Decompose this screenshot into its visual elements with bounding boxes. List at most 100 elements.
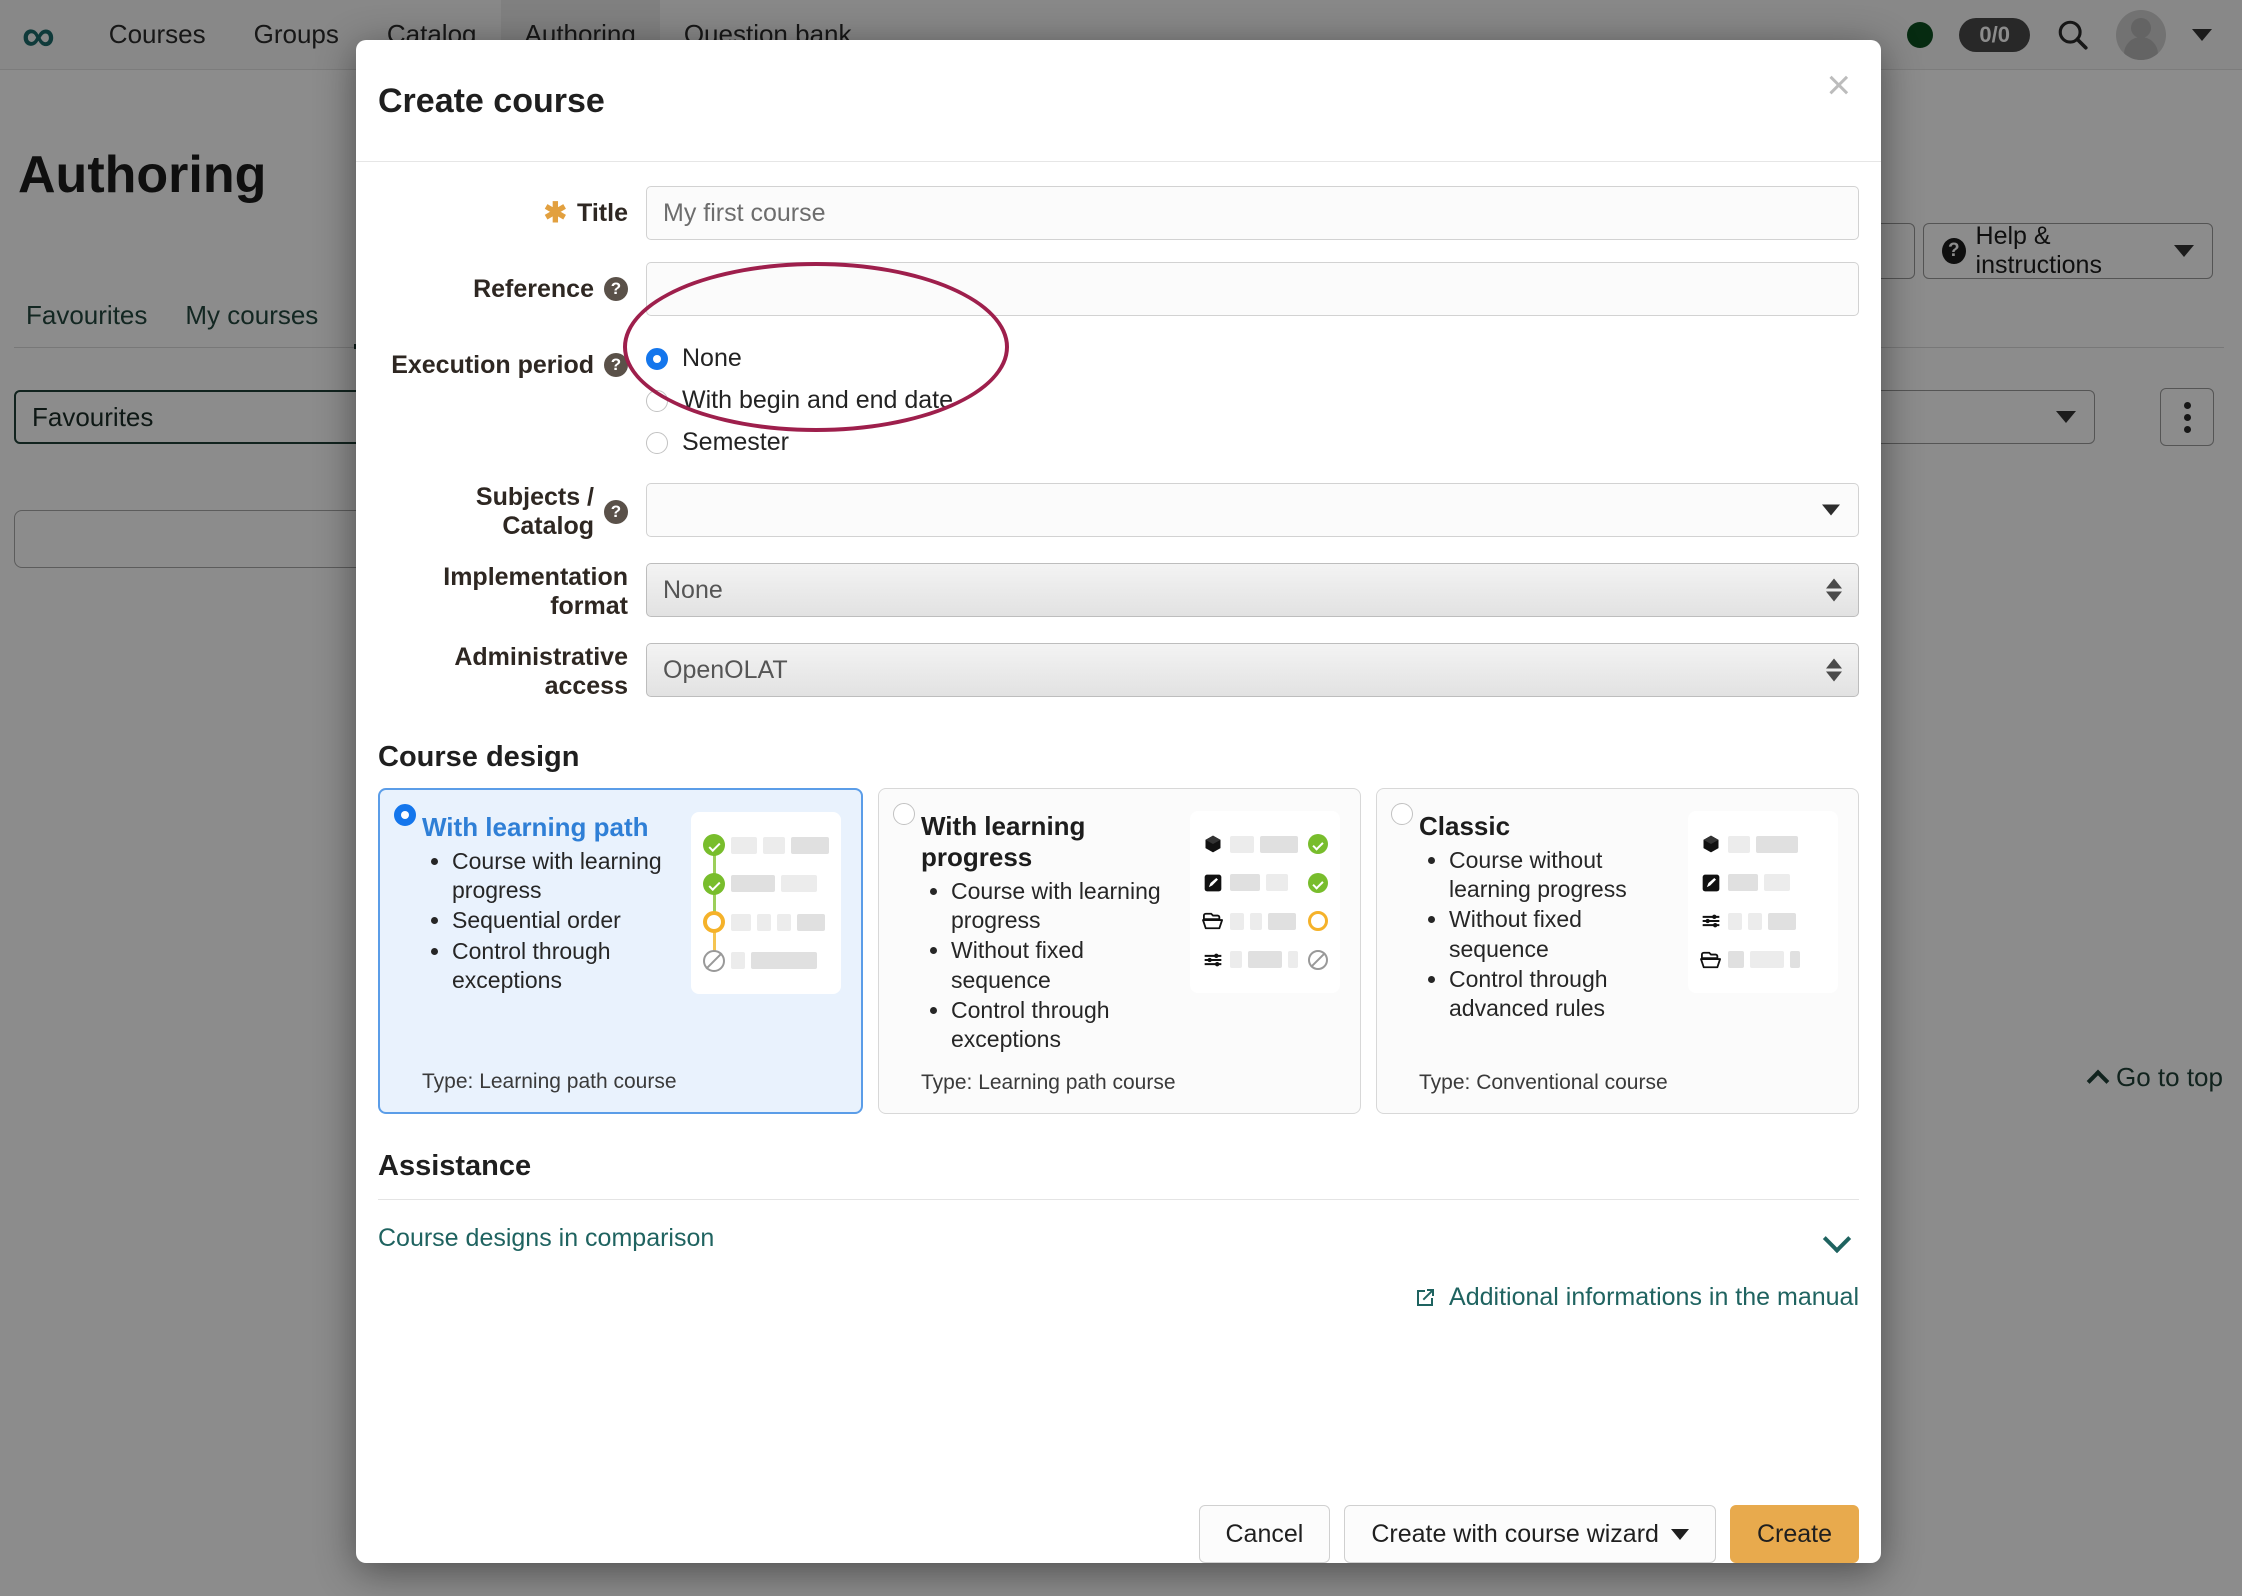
create-course-dialog: Create course × ✱ Title Reference ? <box>356 40 1881 1563</box>
help-icon[interactable]: ? <box>604 500 628 524</box>
progress-current-icon <box>703 911 725 933</box>
dialog-footer: Cancel Create with course wizard Create <box>356 1483 1881 1563</box>
thumb-row <box>1700 908 1826 934</box>
card-thumbnail-learning-progress <box>1190 811 1340 993</box>
execution-period-label: Execution period <box>391 351 594 380</box>
form-row-subjects-catalog: Subjects / Catalog ? <box>378 483 1859 541</box>
implementation-format-wrap: None <box>646 563 1859 617</box>
card-bullet: Without fixed sequence <box>951 936 1180 994</box>
subjects-catalog-wrap <box>646 483 1859 537</box>
radio-label: None <box>682 344 742 373</box>
administrative-access-wrap: OpenOLAT <box>646 643 1859 697</box>
select-spinner-icon <box>1826 579 1842 602</box>
card-type-label: Type: Learning path course <box>899 1055 1340 1095</box>
create-with-course-wizard-button[interactable]: Create with course wizard <box>1344 1505 1716 1563</box>
required-asterisk-icon: ✱ <box>544 199 567 227</box>
thumb-row <box>703 871 829 897</box>
card-bullet-list: Course with learning progress Sequential… <box>422 847 681 995</box>
reference-input[interactable] <box>646 262 1859 316</box>
cube-icon <box>1700 833 1722 855</box>
subjects-catalog-select[interactable] <box>646 483 1859 537</box>
card-heading: With learning progress <box>921 811 1180 873</box>
help-icon[interactable]: ? <box>604 277 628 301</box>
form-row-reference: Reference ? <box>378 262 1859 316</box>
progress-done-icon <box>703 834 725 856</box>
radio-button-icon <box>646 348 668 370</box>
design-card-with-learning-progress[interactable]: With learning progress Course with learn… <box>878 788 1361 1114</box>
card-bullet: Control through advanced rules <box>1449 965 1678 1023</box>
progress-blocked-icon <box>1308 950 1328 970</box>
card-bullet: Control through exceptions <box>452 937 681 995</box>
reference-input-wrap <box>646 262 1859 316</box>
radio-execution-none[interactable]: None <box>646 344 1859 373</box>
wizard-button-label: Create with course wizard <box>1371 1520 1659 1549</box>
external-link-icon <box>1413 1286 1437 1310</box>
thumb-row <box>1700 831 1826 857</box>
form-row-execution-period: Execution period ? None With begin and e… <box>378 338 1859 457</box>
cancel-button[interactable]: Cancel <box>1199 1505 1331 1563</box>
dialog-title: Create course <box>378 82 605 121</box>
reference-label: Reference <box>473 275 594 304</box>
dialog-header: Create course × <box>356 40 1881 162</box>
folder-open-icon <box>1202 910 1224 932</box>
radio-button-icon <box>394 804 416 826</box>
create-button[interactable]: Create <box>1730 1505 1859 1563</box>
course-designs-comparison-link[interactable]: Course designs in comparison <box>378 1224 714 1253</box>
manual-link-row: Additional informations in the manual <box>378 1283 1859 1312</box>
radio-label: With begin and end date <box>682 386 953 415</box>
administrative-access-label-group: Administrative access <box>378 643 646 701</box>
radio-execution-begin-end[interactable]: With begin and end date <box>646 386 1859 415</box>
thumb-row <box>703 948 829 974</box>
card-bullet: Control through exceptions <box>951 996 1180 1054</box>
course-designs-comparison-row[interactable]: Course designs in comparison <box>378 1224 1859 1253</box>
chevron-down-icon[interactable] <box>1823 1225 1851 1253</box>
select-spinner-icon <box>1826 659 1842 682</box>
radio-button-icon <box>893 803 915 825</box>
folder-open-icon <box>1700 949 1722 971</box>
card-bullet: Course with learning progress <box>452 847 681 905</box>
radio-button-icon <box>646 390 668 412</box>
design-card-with-learning-path[interactable]: With learning path Course with learning … <box>378 788 863 1114</box>
radio-button-icon <box>646 432 668 454</box>
form-row-administrative-access: Administrative access OpenOLAT <box>378 643 1859 701</box>
card-bullet: Sequential order <box>452 906 681 935</box>
cube-icon <box>1202 833 1224 855</box>
progress-current-icon <box>1308 911 1328 931</box>
title-input-wrap <box>646 186 1859 240</box>
title-input[interactable] <box>646 186 1859 240</box>
subjects-catalog-label-group: Subjects / Catalog ? <box>378 483 646 541</box>
implementation-format-select[interactable]: None <box>646 563 1859 617</box>
card-bullet: Without fixed sequence <box>1449 905 1678 963</box>
administrative-access-value: OpenOLAT <box>663 656 788 685</box>
radio-execution-semester[interactable]: Semester <box>646 428 1859 457</box>
course-design-card-group: With learning path Course with learning … <box>378 788 1859 1114</box>
help-icon[interactable]: ? <box>604 353 628 377</box>
card-bullet-list: Course with learning progress Without fi… <box>921 877 1180 1054</box>
design-card-classic[interactable]: Classic Course without learning progress… <box>1376 788 1859 1114</box>
edit-icon <box>1700 872 1722 894</box>
reference-label-group: Reference ? <box>378 262 646 316</box>
title-label: Title <box>577 199 628 228</box>
sliders-icon <box>1202 949 1224 971</box>
subjects-catalog-label: Subjects / Catalog <box>378 483 594 541</box>
edit-icon <box>1202 872 1224 894</box>
chevron-down-icon <box>1671 1529 1689 1540</box>
card-type-label: Type: Conventional course <box>1397 1055 1838 1095</box>
administrative-access-select[interactable]: OpenOLAT <box>646 643 1859 697</box>
assistance-heading: Assistance <box>378 1150 1859 1183</box>
thumb-row <box>1202 831 1328 857</box>
assistance-divider <box>378 1199 1859 1200</box>
implementation-format-value: None <box>663 576 723 605</box>
close-icon[interactable]: × <box>1818 64 1859 106</box>
card-bullet: Course without learning progress <box>1449 846 1678 904</box>
card-type-label: Type: Learning path course <box>400 1054 841 1094</box>
card-bullet: Course with learning progress <box>951 877 1180 935</box>
radio-button-icon <box>1391 803 1413 825</box>
implementation-format-label: Implementation format <box>378 563 628 621</box>
manual-link-label: Additional informations in the manual <box>1449 1283 1859 1312</box>
manual-link[interactable]: Additional informations in the manual <box>1413 1283 1859 1312</box>
thumb-row <box>1202 870 1328 896</box>
thumb-row <box>703 832 829 858</box>
card-thumbnail-learning-path <box>691 812 841 994</box>
sliders-icon <box>1700 910 1722 932</box>
